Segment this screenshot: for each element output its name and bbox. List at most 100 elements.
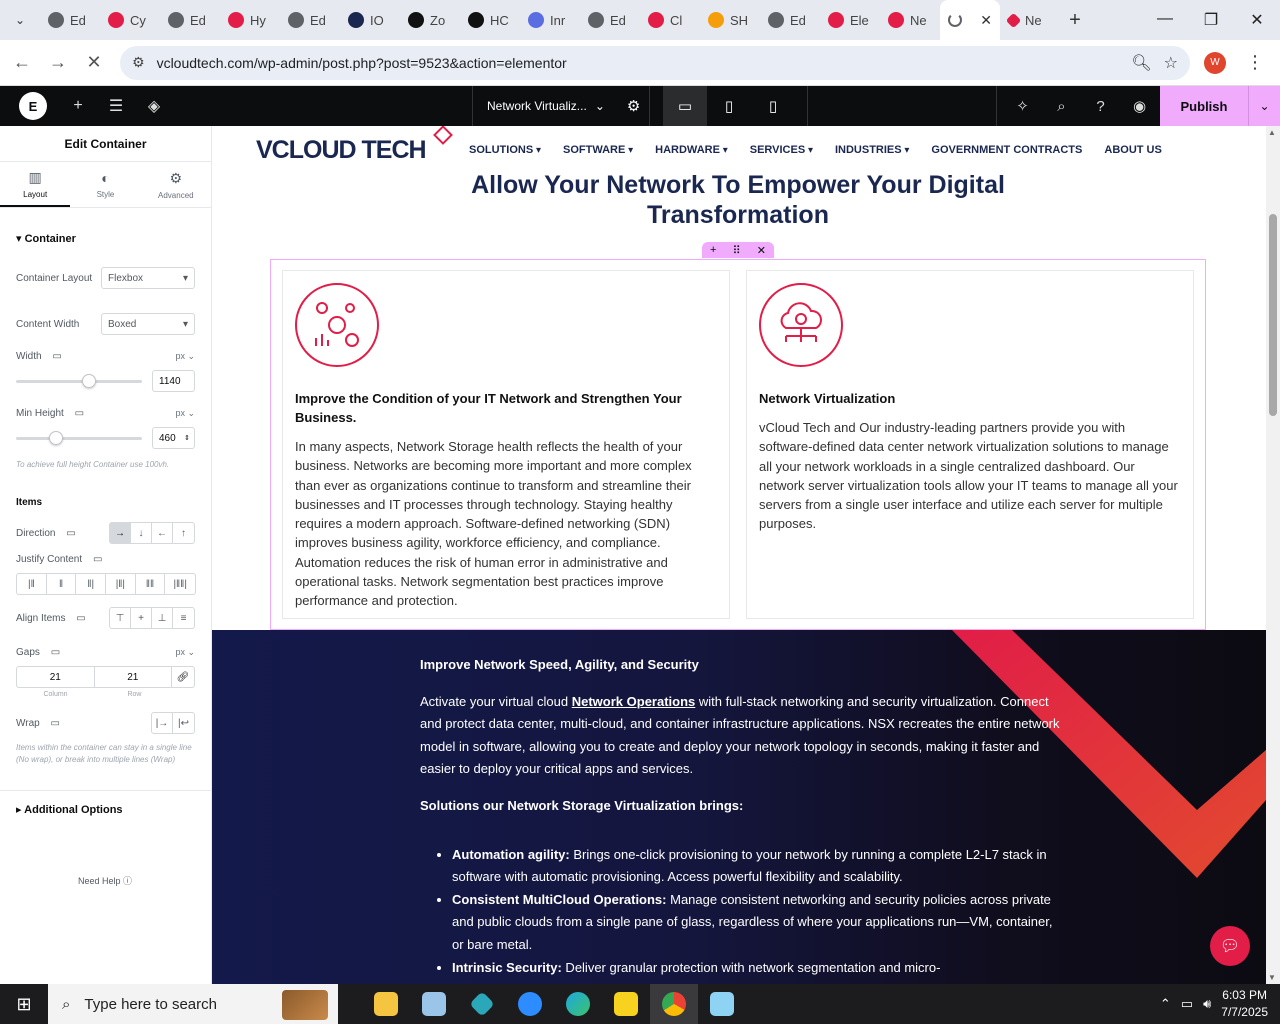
new-tab-button[interactable]: + bbox=[1060, 9, 1090, 32]
additional-options-toggle[interactable]: ▸ Additional Options bbox=[16, 803, 195, 816]
browser-menu-icon[interactable]: ⋮ bbox=[1246, 52, 1264, 73]
close-tab-icon[interactable]: ✕ bbox=[980, 12, 992, 29]
document-title[interactable]: Network Virtualiz... ⌄ ⚙ bbox=[472, 86, 650, 126]
min-height-slider-handle[interactable] bbox=[49, 430, 64, 445]
nav-item[interactable]: SERVICES bbox=[750, 144, 813, 156]
network-icon[interactable]: ▭ bbox=[1181, 996, 1193, 1012]
publish-options-chevron-icon[interactable]: ⌄ bbox=[1248, 86, 1280, 126]
url-text[interactable]: vcloudtech.com/wp-admin/post.php?post=95… bbox=[157, 55, 1120, 71]
justify-space-evenly-icon[interactable]: |‖‖| bbox=[165, 574, 195, 594]
clock[interactable]: 6:03 PM 7/7/2025 bbox=[1221, 987, 1268, 1021]
site-info-icon[interactable]: ⚙ bbox=[132, 54, 145, 71]
edge-browser-icon[interactable] bbox=[554, 984, 602, 1024]
scrollbar-thumb[interactable] bbox=[1269, 214, 1277, 416]
tab-style[interactable]: ◐ Style bbox=[70, 162, 140, 207]
content-width-select[interactable]: Boxed ▾ bbox=[101, 313, 195, 335]
omnibox[interactable]: ⚙ vcloudtech.com/wp-admin/post.php?post=… bbox=[120, 45, 1190, 80]
structure-icon[interactable]: ◈ bbox=[135, 96, 173, 116]
align-center-icon[interactable]: + bbox=[131, 608, 152, 628]
align-end-icon[interactable]: ⊥ bbox=[152, 608, 173, 628]
add-icon[interactable]: + bbox=[710, 244, 716, 256]
browser-tab[interactable]: Ed bbox=[160, 0, 220, 40]
profile-avatar[interactable]: W bbox=[1204, 51, 1226, 74]
align-stretch-icon[interactable]: ≡ bbox=[173, 608, 194, 628]
minimize-icon[interactable]: — bbox=[1142, 10, 1188, 30]
unit-select[interactable]: px ⌄ bbox=[175, 351, 195, 362]
page-scrollbar[interactable]: ▲ ▼ bbox=[1266, 126, 1280, 984]
direction-column-icon[interactable]: ↓ bbox=[131, 523, 152, 543]
windows-start-icon[interactable]: ⊞ bbox=[0, 984, 48, 1024]
sticky-notes-icon[interactable] bbox=[602, 984, 650, 1024]
nav-item[interactable]: HARDWARE bbox=[655, 144, 728, 156]
file-explorer-icon[interactable] bbox=[362, 984, 410, 1024]
zoom-icon[interactable]: 🔍︎ bbox=[1131, 53, 1151, 73]
justify-space-around-icon[interactable]: ‖‖ bbox=[136, 574, 166, 594]
browser-tab[interactable]: SH bbox=[700, 0, 760, 40]
justify-end-icon[interactable]: ‖| bbox=[76, 574, 107, 594]
add-element-icon[interactable]: + bbox=[59, 97, 97, 115]
close-window-icon[interactable]: ✕ bbox=[1234, 10, 1280, 30]
gap-column-input[interactable]: 21 bbox=[17, 667, 95, 687]
delete-icon[interactable]: ✕ bbox=[757, 244, 766, 257]
justify-center-icon[interactable]: ‖ bbox=[47, 574, 77, 594]
min-height-slider[interactable] bbox=[16, 430, 142, 445]
chrome-browser-icon[interactable] bbox=[650, 984, 698, 1024]
stop-loading-button[interactable]: ✕ bbox=[76, 52, 112, 73]
tab-layout[interactable]: ▥ Layout bbox=[0, 162, 71, 207]
network-operations-link[interactable]: Network Operations bbox=[572, 694, 696, 709]
page-settings-icon[interactable]: ⚙ bbox=[627, 97, 640, 115]
back-button[interactable]: ← bbox=[4, 52, 40, 73]
browser-tab[interactable]: Ed bbox=[580, 0, 640, 40]
tablet-icon[interactable]: ▯ bbox=[707, 86, 751, 126]
zoom-app-icon[interactable] bbox=[506, 984, 554, 1024]
browser-tab[interactable]: IO bbox=[340, 0, 400, 40]
nav-item[interactable]: GOVERNMENT CONTRACTS bbox=[931, 144, 1082, 156]
browser-tab[interactable]: Ed bbox=[760, 0, 820, 40]
notifications-icon[interactable]: ✧ bbox=[1003, 97, 1042, 115]
width-slider-handle[interactable] bbox=[82, 373, 97, 388]
browser-tab[interactable]: Zo bbox=[400, 0, 460, 40]
unit-select[interactable]: px ⌄ bbox=[175, 647, 195, 658]
direction-row-icon[interactable]: → bbox=[110, 523, 131, 543]
preview-eye-icon[interactable]: ◉ bbox=[1120, 97, 1159, 115]
nowrap-icon[interactable]: |→ bbox=[152, 713, 173, 733]
nav-item[interactable]: INDUSTRIES bbox=[835, 144, 909, 156]
width-input[interactable]: 1140 bbox=[152, 370, 195, 392]
elementor-logo-icon[interactable]: E bbox=[19, 92, 47, 120]
taskbar-search[interactable]: ⌕ Type here to search bbox=[48, 984, 338, 1024]
browser-tab[interactable]: Cy bbox=[100, 0, 160, 40]
tab-advanced[interactable]: ⚙ Advanced bbox=[141, 162, 211, 207]
browser-tab[interactable]: HC bbox=[460, 0, 520, 40]
forward-button[interactable]: → bbox=[40, 52, 76, 73]
notepad-icon[interactable] bbox=[698, 984, 746, 1024]
chat-widget-icon[interactable]: 💬︎ bbox=[1210, 926, 1250, 966]
browser-tab[interactable]: Hy bbox=[220, 0, 280, 40]
paint-app-icon[interactable] bbox=[410, 984, 458, 1024]
card-network-virtualization[interactable]: Network Virtualization vCloud Tech and O… bbox=[746, 270, 1194, 619]
unit-select[interactable]: px ⌄ bbox=[175, 408, 195, 419]
container-section-toggle[interactable]: ▾ Container bbox=[16, 232, 195, 245]
mobile-icon[interactable]: ▯ bbox=[751, 86, 795, 126]
justify-start-icon[interactable]: |‖ bbox=[17, 574, 47, 594]
card-network-condition[interactable]: Improve the Condition of your IT Network… bbox=[282, 270, 730, 619]
browser-tab[interactable]: Ele bbox=[820, 0, 880, 40]
bookmark-star-icon[interactable]: ☆ bbox=[1164, 53, 1178, 73]
site-logo[interactable]: VCLOUD TECH bbox=[256, 126, 453, 165]
active-tab[interactable]: ✕ bbox=[940, 0, 1000, 40]
scroll-up-icon[interactable]: ▲ bbox=[1268, 128, 1276, 137]
browser-tab[interactable]: Inr bbox=[520, 0, 580, 40]
justify-space-between-icon[interactable]: |‖| bbox=[106, 574, 136, 594]
restore-icon[interactable]: ❐ bbox=[1188, 10, 1234, 30]
direction-row-reverse-icon[interactable]: ← bbox=[152, 523, 173, 543]
tab-search-dropdown[interactable]: ⌄ bbox=[0, 0, 40, 40]
finder-search-icon[interactable]: ⌕ bbox=[1042, 98, 1081, 115]
help-icon[interactable]: ? bbox=[1081, 98, 1120, 115]
browser-tab[interactable]: Ed bbox=[40, 0, 100, 40]
desktop-icon[interactable]: ▭ bbox=[663, 86, 707, 126]
browser-tab[interactable]: Ed bbox=[280, 0, 340, 40]
browser-tab[interactable]: Ne bbox=[880, 0, 940, 40]
drag-handle-icon[interactable]: ⠿ bbox=[733, 244, 741, 257]
browser-tab[interactable]: Ne bbox=[1000, 0, 1060, 40]
gap-row-input[interactable]: 21 bbox=[95, 667, 172, 687]
chevron-up-icon[interactable]: ⌃ bbox=[1160, 996, 1171, 1012]
